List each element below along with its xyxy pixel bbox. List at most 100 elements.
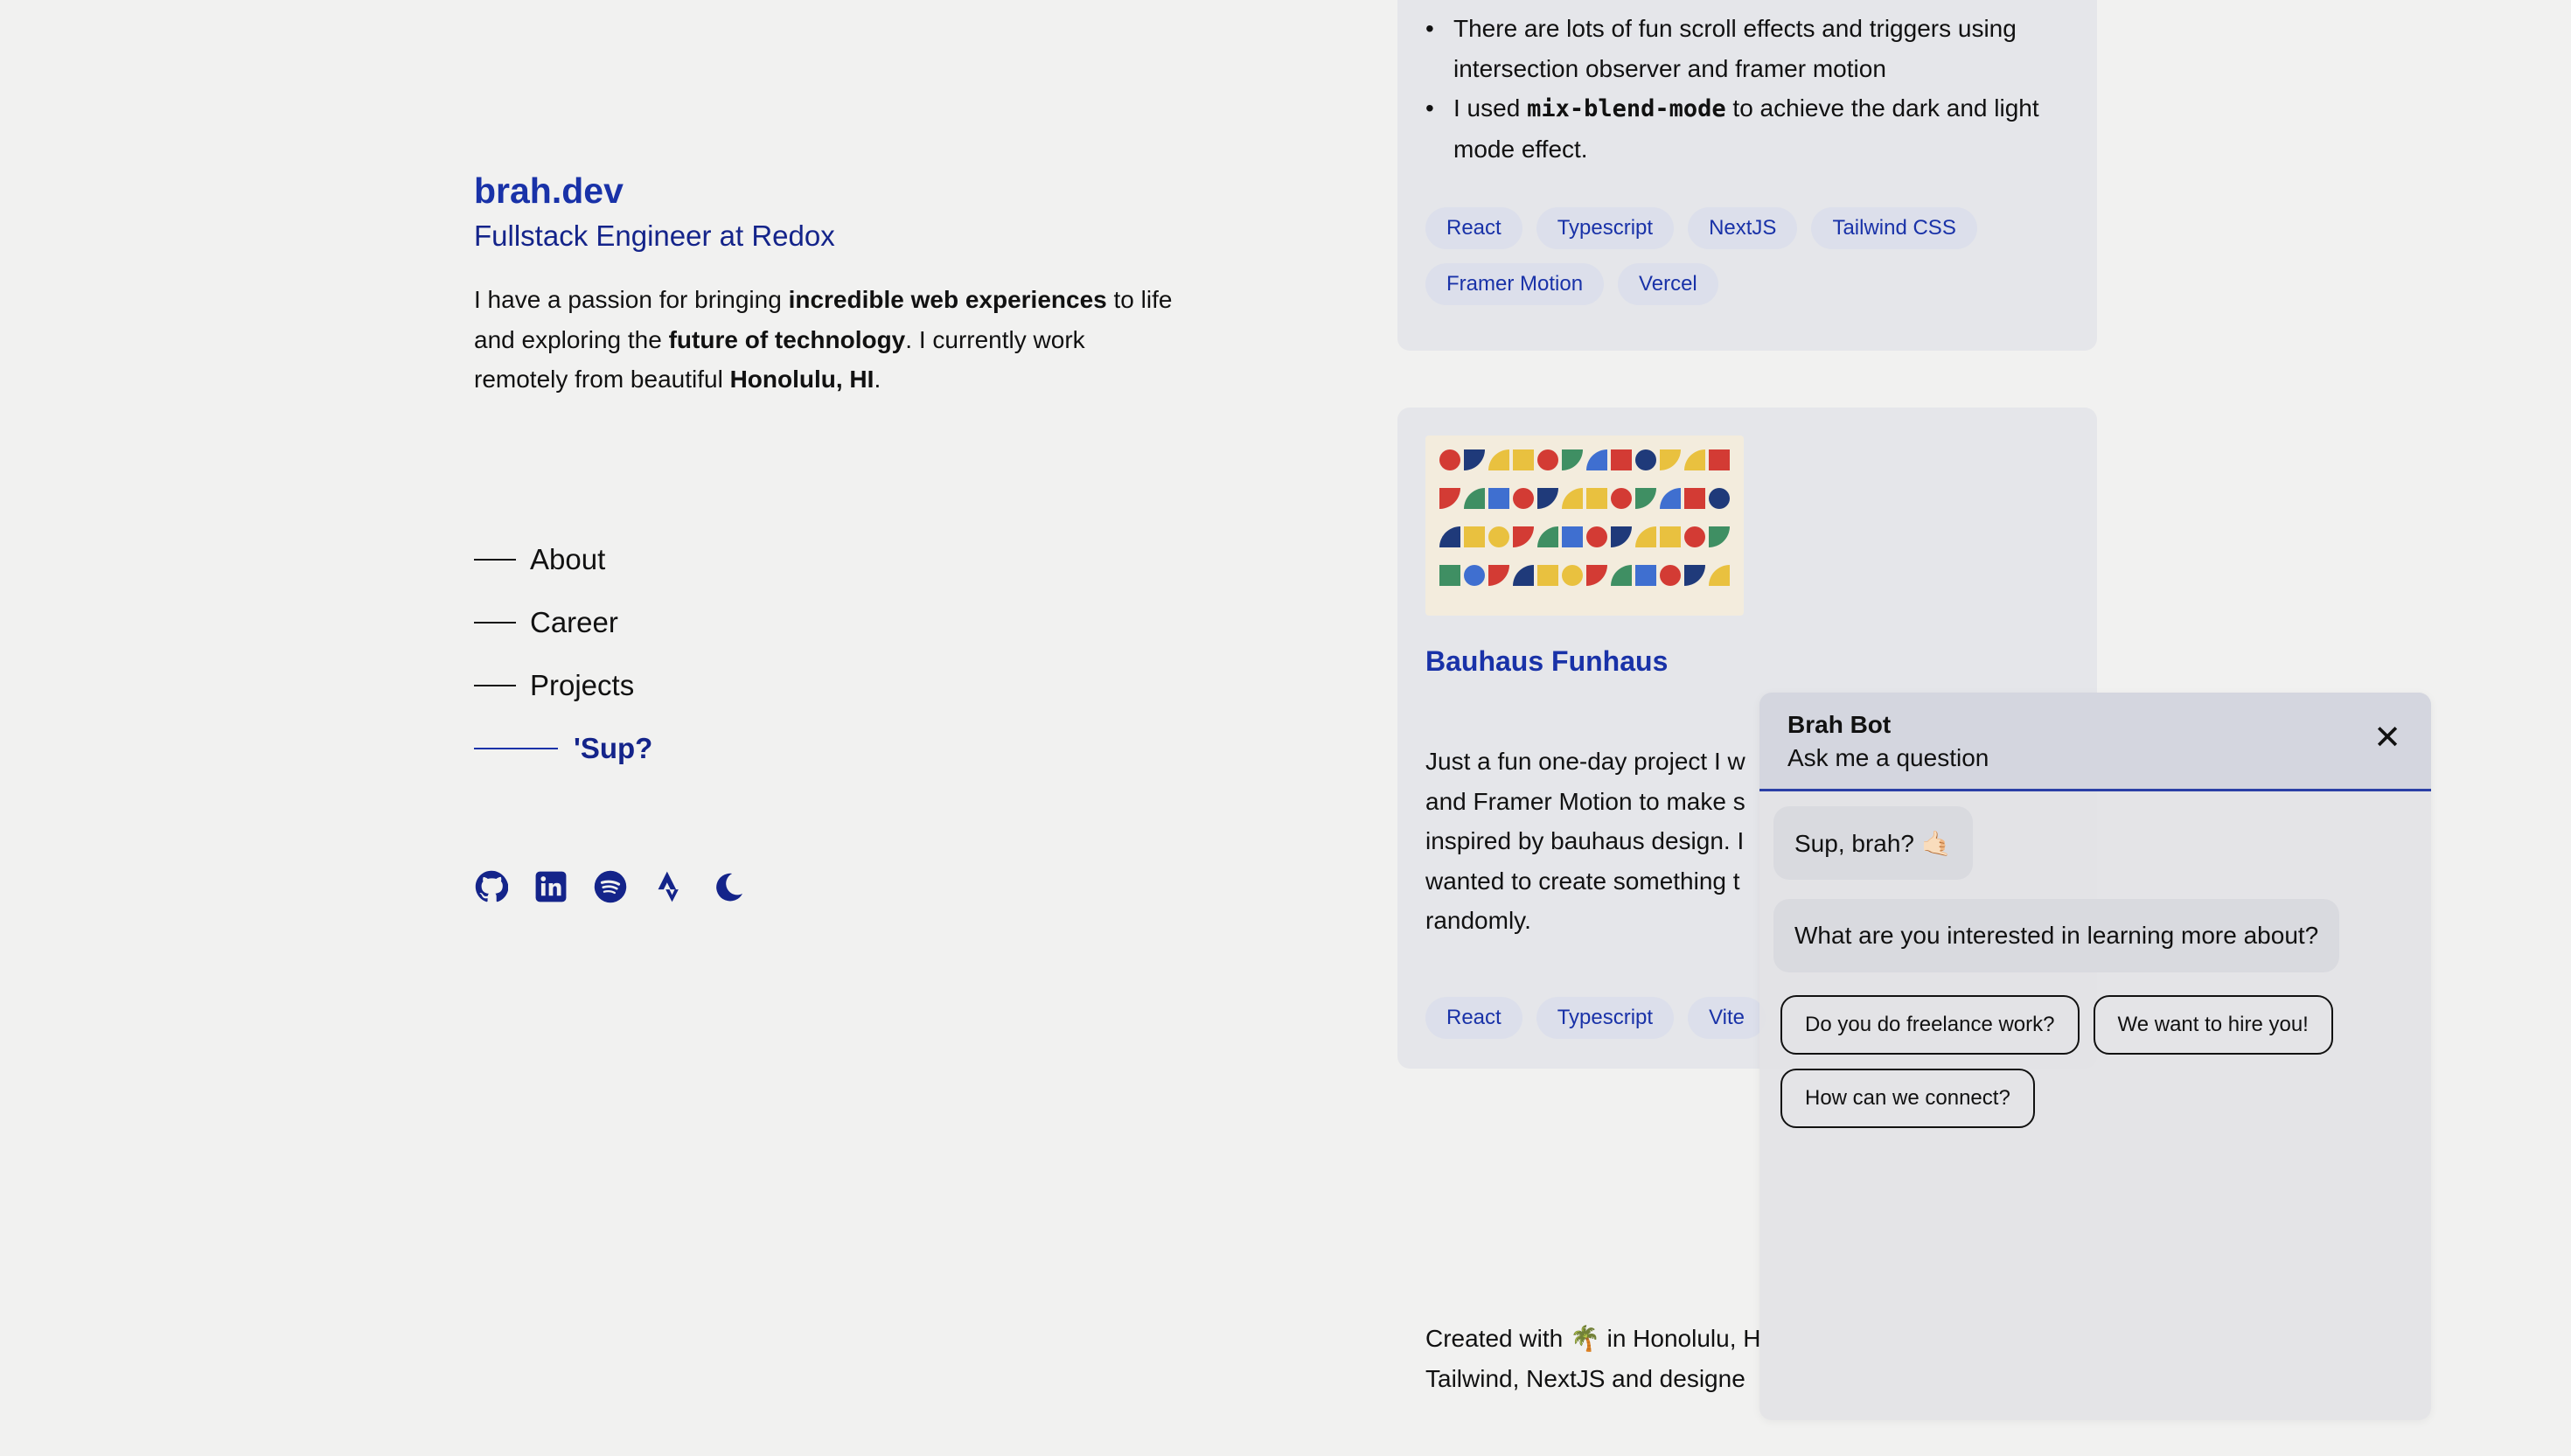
pattern-shape bbox=[1635, 526, 1656, 547]
bullet-item: • I used mix-blend-mode to achieve the da… bbox=[1425, 88, 2073, 169]
pattern-shape bbox=[1537, 526, 1558, 547]
nav-indicator bbox=[474, 622, 516, 624]
moon-icon[interactable] bbox=[712, 869, 747, 904]
tag-framer-motion: Framer Motion bbox=[1425, 263, 1605, 305]
intro-highlight: incredible web experiences bbox=[788, 286, 1107, 313]
pattern-shape bbox=[1586, 565, 1607, 586]
pattern-shape bbox=[1709, 526, 1730, 547]
pattern-shape bbox=[1635, 488, 1656, 509]
pattern-shape bbox=[1464, 526, 1485, 547]
nav-item-about[interactable]: About bbox=[474, 528, 652, 591]
tag-react: React bbox=[1425, 207, 1522, 249]
pattern-shape bbox=[1562, 526, 1583, 547]
nav-item-projects[interactable]: Projects bbox=[474, 654, 652, 717]
pattern-shape bbox=[1611, 565, 1632, 586]
close-icon[interactable]: ✕ bbox=[2370, 721, 2405, 756]
pattern-shape bbox=[1488, 449, 1509, 470]
pattern-shape bbox=[1660, 488, 1681, 509]
social-links bbox=[474, 869, 747, 904]
intro-highlight: future of technology bbox=[668, 325, 906, 353]
page: brah.dev Fullstack Engineer at Redox I h… bbox=[0, 0, 2571, 1456]
intro-part: I have a passion for bringing bbox=[474, 286, 789, 313]
bot-message: What are you interested in learning more… bbox=[1773, 899, 2340, 972]
tag-tailwind: Tailwind CSS bbox=[1811, 207, 1977, 249]
pattern-shape bbox=[1684, 449, 1705, 470]
pattern-shape bbox=[1439, 526, 1460, 547]
pattern-shape bbox=[1562, 449, 1583, 470]
nav-label: Projects bbox=[530, 669, 635, 701]
pattern-shape bbox=[1537, 449, 1558, 470]
pattern-shape bbox=[1635, 449, 1656, 470]
nav-label: Career bbox=[530, 606, 618, 638]
pattern-shape bbox=[1586, 488, 1607, 509]
pattern-shape bbox=[1684, 488, 1705, 509]
pattern-shape bbox=[1684, 565, 1705, 586]
pattern-shape bbox=[1660, 526, 1681, 547]
code-snippet: mix-blend-mode bbox=[1527, 95, 1726, 122]
nav-item-sup[interactable]: 'Sup? bbox=[474, 717, 652, 780]
pattern-shape bbox=[1464, 449, 1485, 470]
pattern-shape bbox=[1537, 488, 1558, 509]
chat-subtitle: Ask me a question bbox=[1787, 744, 1989, 771]
tag-nextjs: NextJS bbox=[1688, 207, 1798, 249]
pattern-shape bbox=[1709, 565, 1730, 586]
strava-icon[interactable] bbox=[652, 869, 687, 904]
spotify-icon[interactable] bbox=[593, 869, 628, 904]
pattern-shape bbox=[1488, 565, 1509, 586]
pattern-shape bbox=[1464, 565, 1485, 586]
site-title[interactable]: brah.dev bbox=[474, 166, 1174, 215]
project-bullets: • There are lots of fun scroll effects an… bbox=[1425, 9, 2073, 169]
pattern-shape bbox=[1660, 565, 1681, 586]
tag-vite: Vite bbox=[1688, 997, 1766, 1039]
pattern-shape bbox=[1513, 449, 1534, 470]
pattern-shape bbox=[1537, 565, 1558, 586]
pattern-shape bbox=[1709, 488, 1730, 509]
pattern-shape bbox=[1611, 449, 1632, 470]
github-icon[interactable] bbox=[474, 869, 509, 904]
pattern-shape bbox=[1562, 565, 1583, 586]
pattern-shape bbox=[1464, 488, 1485, 509]
nav-indicator bbox=[474, 748, 558, 749]
pattern-shape bbox=[1611, 488, 1632, 509]
pattern-shape bbox=[1684, 526, 1705, 547]
bauhaus-pattern-image bbox=[1439, 449, 1730, 586]
pattern-shape bbox=[1439, 565, 1460, 586]
project-thumbnail[interactable] bbox=[1425, 435, 1744, 616]
tech-tags: React Typescript NextJS Tailwind CSS Fra… bbox=[1425, 207, 2073, 305]
pattern-shape bbox=[1635, 565, 1656, 586]
linkedin-icon[interactable] bbox=[533, 869, 568, 904]
pattern-shape bbox=[1513, 488, 1534, 509]
pattern-shape bbox=[1513, 565, 1534, 586]
pattern-shape bbox=[1660, 449, 1681, 470]
nav-label: About bbox=[530, 543, 606, 575]
bullet-item: • There are lots of fun scroll effects an… bbox=[1425, 9, 2073, 88]
pattern-shape bbox=[1709, 449, 1730, 470]
project-title[interactable]: Bauhaus Funhaus bbox=[1425, 645, 1668, 678]
intro-text: I have a passion for bringing incredible… bbox=[474, 280, 1174, 400]
bullet-text: There are lots of fun scroll effects and… bbox=[1453, 15, 2017, 82]
freelance-option-button[interactable]: Do you do freelance work? bbox=[1780, 995, 2080, 1055]
bot-message: Sup, brah? 🤙🏻 bbox=[1773, 806, 1973, 880]
connect-option-button[interactable]: How can we connect? bbox=[1780, 1069, 2035, 1128]
pattern-shape bbox=[1586, 449, 1607, 470]
chat-title: Brah Bot bbox=[1787, 711, 1892, 738]
tag-typescript: Typescript bbox=[1536, 997, 1675, 1039]
pattern-shape bbox=[1488, 526, 1509, 547]
intro-highlight: Honolulu, HI bbox=[729, 366, 874, 393]
pattern-shape bbox=[1488, 488, 1509, 509]
section-nav: About Career Projects 'Sup? bbox=[474, 528, 652, 780]
quick-replies: Do you do freelance work? We want to hir… bbox=[1780, 995, 2410, 1128]
nav-item-career[interactable]: Career bbox=[474, 591, 652, 654]
chat-header: Brah Bot Ask me a question ✕ bbox=[1759, 693, 2431, 791]
chat-widget: Brah Bot Ask me a question ✕ Sup, brah? … bbox=[1759, 693, 2431, 1420]
job-title: Fullstack Engineer at Redox bbox=[474, 219, 835, 252]
hire-option-button[interactable]: We want to hire you! bbox=[2093, 995, 2333, 1055]
tag-typescript: Typescript bbox=[1536, 207, 1675, 249]
tag-vercel: Vercel bbox=[1618, 263, 1718, 305]
nav-label: 'Sup? bbox=[574, 732, 653, 764]
tag-react: React bbox=[1425, 997, 1522, 1039]
pattern-shape bbox=[1611, 526, 1632, 547]
pattern-shape bbox=[1586, 526, 1607, 547]
pattern-shape bbox=[1562, 488, 1583, 509]
project-card[interactable]: • There are lots of fun scroll effects an… bbox=[1397, 0, 2097, 351]
